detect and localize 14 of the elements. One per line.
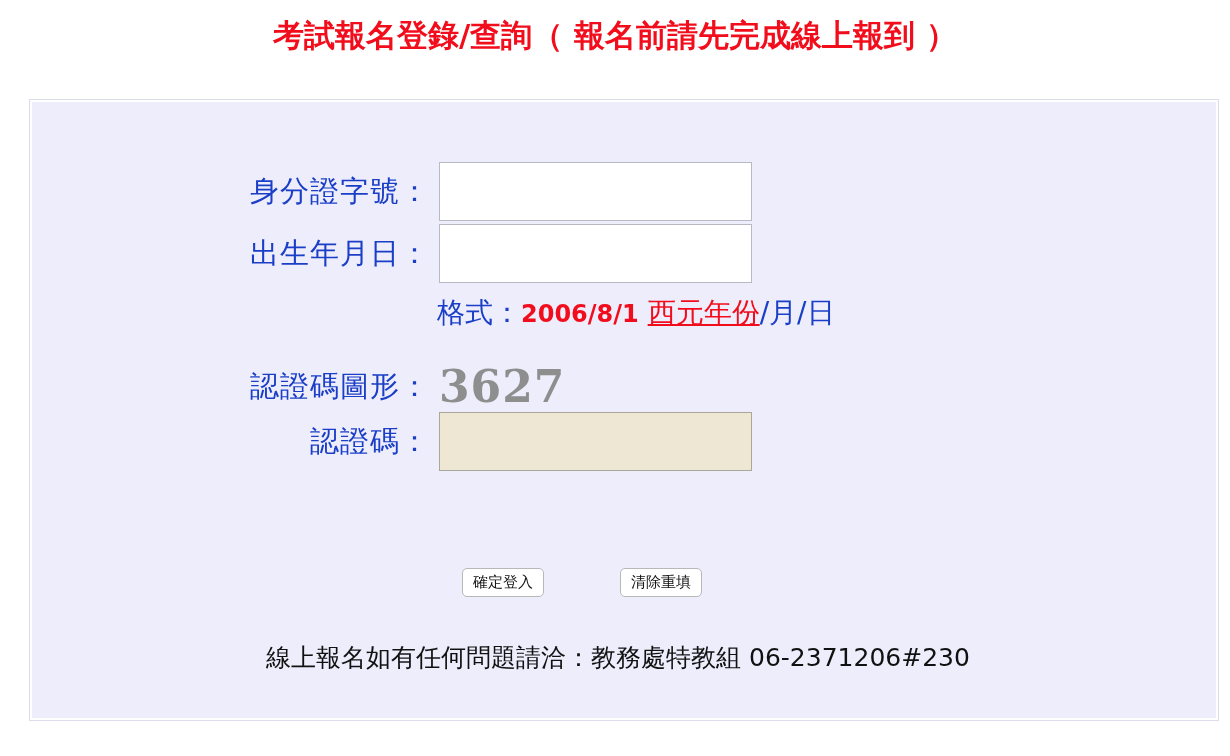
- form-button[interactable]: 清除重填: [620, 568, 702, 597]
- field-label: 出生年月日：: [250, 234, 430, 272]
- verification-code-field[interactable]: [439, 412, 752, 471]
- input-field[interactable]: [439, 224, 752, 283]
- format-hint: 格式：2006/8/1 西元年份/月/日: [437, 295, 835, 331]
- contact-text: 線上報名如有任何問題請洽：教務處特教組 06-2371206#230: [265, 641, 971, 674]
- field-label: 認證碼：: [310, 422, 430, 460]
- page-title: 考試報名登錄/查詢（ 報名前請先完成線上報到 ）: [272, 16, 958, 55]
- field-label: 認證碼圖形：: [250, 368, 430, 406]
- input-field[interactable]: [439, 162, 752, 221]
- field-label: 身分證字號：: [250, 172, 430, 210]
- year-link[interactable]: 西元年份: [647, 296, 760, 329]
- captcha-image: 3627: [439, 365, 566, 409]
- form-button[interactable]: 確定登入: [462, 568, 544, 597]
